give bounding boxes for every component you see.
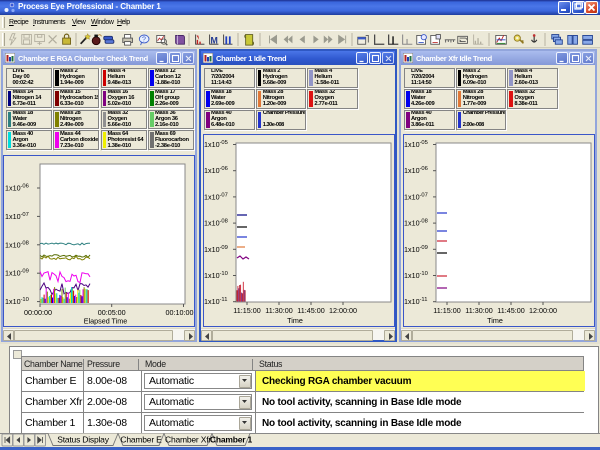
svg-text:-11: -11 [220,297,228,303]
svg-text:1x10: 1x10 [404,166,420,175]
svg-text:1x10: 1x10 [404,192,420,201]
svg-text:1x10: 1x10 [404,219,420,228]
svg-text:-08: -08 [220,219,228,225]
svg-text:-09: -09 [21,269,29,275]
svg-text:1x10: 1x10 [204,245,220,254]
svg-text:1x10: 1x10 [5,212,21,221]
svg-text:11:15:00: 11:15:00 [433,306,460,315]
svg-text:00:00:00: 00:00:00 [24,308,52,317]
svg-text:1x10: 1x10 [204,297,220,306]
svg-text:M: M [211,35,218,45]
svg-text:-07: -07 [420,192,428,198]
svg-text:Time: Time [287,316,303,325]
svg-text:11:30:00: 11:30:00 [465,306,492,315]
svg-text:1x10: 1x10 [204,219,220,228]
svg-text:1x10: 1x10 [404,297,420,306]
svg-text:00:10:00: 00:10:00 [166,308,194,317]
svg-text:1x10: 1x10 [404,140,420,149]
svg-text:-10: -10 [420,271,428,277]
svg-text:Chamber 1: Chamber 1 [210,435,253,445]
svg-text:11:45:00: 11:45:00 [297,306,324,315]
svg-text:1x10: 1x10 [5,240,21,249]
svg-text:-10: -10 [220,271,228,277]
svg-text:12:00:00: 12:00:00 [529,306,557,315]
svg-text:Time: Time [487,316,503,325]
svg-text:-06: -06 [420,166,428,172]
svg-text:1x10: 1x10 [5,269,21,278]
svg-text:1x10: 1x10 [404,245,420,254]
svg-text:1x10: 1x10 [204,271,220,280]
svg-text:-08: -08 [420,219,428,225]
svg-text:-09: -09 [420,245,428,251]
svg-text:Elapsed Time: Elapsed Time [84,317,128,326]
svg-text:-06: -06 [220,166,228,172]
svg-text:11:30:00: 11:30:00 [265,306,292,315]
svg-text:1x10: 1x10 [404,271,420,280]
svg-text:-10: -10 [21,297,29,303]
svg-text:1x10: 1x10 [5,297,21,306]
svg-text:-05: -05 [420,140,428,146]
svg-text:-06: -06 [21,184,29,190]
svg-text:-09: -09 [220,245,228,251]
svg-text:12:00:00: 12:00:00 [329,306,357,315]
svg-text:11:15:00: 11:15:00 [233,306,260,315]
svg-text:1x10: 1x10 [204,192,220,201]
svg-text:-11: -11 [420,297,428,303]
svg-text:1x10: 1x10 [204,140,220,149]
svg-text:11:45:00: 11:45:00 [497,306,524,315]
svg-text:-07: -07 [21,212,29,218]
svg-text:Chamber Xfr: Chamber Xfr [165,435,211,445]
svg-text:-08: -08 [21,240,29,246]
svg-text:Chamber E: Chamber E [120,435,162,445]
svg-text:?: ? [142,37,146,44]
svg-text:-07: -07 [220,192,228,198]
svg-text:-05: -05 [220,140,228,146]
svg-text:Status Display: Status Display [57,435,109,445]
svg-text:1x10: 1x10 [204,166,220,175]
svg-text:1x10: 1x10 [5,184,21,193]
